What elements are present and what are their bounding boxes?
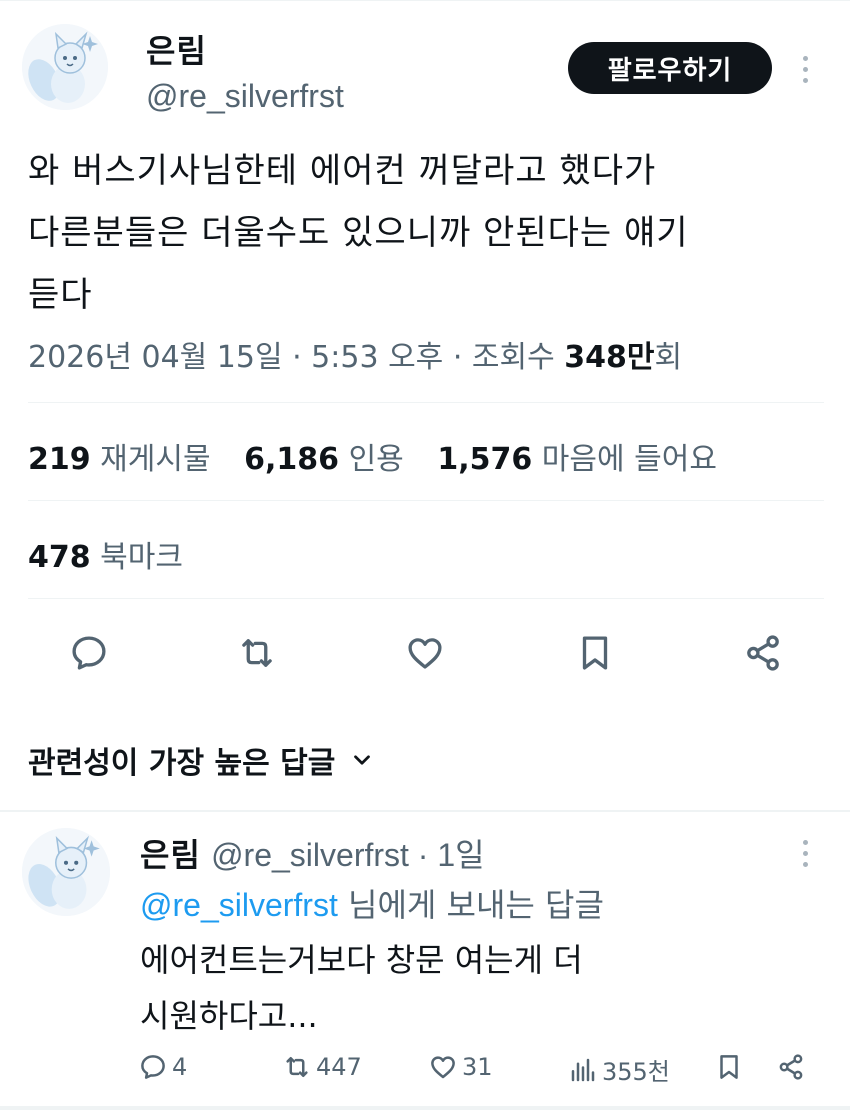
share-icon	[779, 1054, 803, 1080]
top-divider	[0, 0, 850, 1]
bookmark-icon	[720, 1055, 738, 1079]
tweet-text: 와 버스기사님한테 에어컨 꺼달라고 했다가 다른분들은 더울수도 있으니까 안…	[28, 140, 828, 326]
chevron-down-icon	[354, 755, 371, 765]
bookmarks-label: 북마크	[100, 540, 183, 575]
retweets-label: 재게시물	[100, 442, 211, 477]
replying-to-suffix: 님에게 보내는 답글	[337, 886, 604, 924]
bookmark-icon	[582, 636, 608, 670]
reply-text: 에어컨트는거보다 창문 여는게 더 시원하다고...	[140, 932, 800, 1044]
quotes-label: 인용	[348, 442, 404, 477]
mention-link[interactable]: @re_silverfrst	[140, 887, 338, 923]
reply-author-name[interactable]: 은림	[140, 836, 201, 874]
likes-stat[interactable]: 1,576 마음에 들어요	[437, 442, 717, 477]
tweet-meta: 2026년 04월 15일 · 5:53 오후 · 조회수 348만회	[28, 332, 682, 376]
share-button[interactable]	[740, 630, 786, 676]
bookmarks-count: 478	[28, 540, 91, 575]
view-count-suffix: 회	[654, 340, 683, 375]
retweet-button[interactable]	[234, 630, 280, 676]
author-name[interactable]: 은림	[146, 26, 207, 72]
bookmark-button[interactable]	[572, 630, 618, 676]
divider	[28, 500, 824, 501]
tweet-timestamp[interactable]: 2026년 04월 15일 · 5:53 오후 · 조회수	[28, 340, 564, 375]
quotes-stat[interactable]: 6,186 인용	[244, 442, 404, 477]
avatar-illustration	[22, 828, 110, 916]
divider	[0, 810, 850, 812]
reply-sort-dropdown[interactable]: 관련성이 가장 높은 답글	[28, 738, 375, 782]
reply-view-count: 355천	[602, 1058, 670, 1086]
reply-header: 은림 @re_silverfrst · 1일	[140, 830, 485, 876]
share-icon	[747, 635, 779, 671]
reply-actions: 4 447 31 355천	[0, 1052, 850, 1088]
tweet-text-line: 와 버스기사님한테 에어컨 꺼달라고 했다가	[28, 151, 657, 191]
more-options-icon[interactable]	[800, 56, 810, 83]
author-handle[interactable]: @re_silverfrst	[146, 78, 344, 115]
retweets-count: 219	[28, 442, 91, 477]
tweet-text-line: 듣다	[28, 275, 93, 315]
reply-retweet-count: 447	[316, 1053, 362, 1081]
reply-views-button[interactable]: 355천	[568, 1052, 670, 1087]
avatar-illustration	[22, 24, 108, 110]
tweet-text-line: 다른분들은 더울수도 있으니까 안된다는 얘기	[28, 213, 689, 253]
tweet-actions	[0, 630, 850, 676]
reply-more-options-icon[interactable]	[800, 840, 810, 867]
like-icon	[431, 1056, 455, 1079]
view-count: 348만	[564, 340, 655, 375]
retweet-icon	[286, 1057, 308, 1077]
like-icon	[408, 638, 442, 669]
reply-bookmark-button[interactable]	[714, 1052, 744, 1082]
views-icon	[571, 1058, 595, 1081]
bottom-divider	[0, 1106, 850, 1110]
reply-icon	[72, 636, 106, 670]
reply-icon	[141, 1055, 165, 1079]
like-button[interactable]	[402, 630, 448, 676]
replying-to: @re_silverfrst 님에게 보내는 답글	[140, 880, 604, 926]
divider	[28, 598, 824, 599]
reply-retweet-button[interactable]: 447	[282, 1052, 362, 1082]
engagement-stats: 219 재게시물 6,186 인용 1,576 마음에 들어요	[28, 434, 741, 478]
reply-share-button[interactable]	[776, 1052, 806, 1082]
reply-like-count: 31	[462, 1053, 493, 1081]
divider	[28, 402, 824, 403]
likes-count: 1,576	[437, 442, 533, 477]
reply-reply-count: 4	[172, 1053, 188, 1081]
reply-reply-button[interactable]: 4	[138, 1052, 187, 1082]
follow-button[interactable]: 팔로우하기	[568, 42, 772, 94]
quotes-count: 6,186	[244, 442, 340, 477]
reply-button[interactable]	[66, 630, 112, 676]
reply-time[interactable]: · 1일	[409, 837, 485, 873]
reply-text-line: 에어컨트는거보다 창문 여는게 더	[140, 941, 583, 979]
reply-author-avatar[interactable]	[22, 828, 110, 916]
reply-like-button[interactable]: 31	[428, 1052, 493, 1082]
reply-sort-label: 관련성이 가장 높은 답글	[28, 746, 336, 781]
bookmarks-stat[interactable]: 478 북마크	[28, 532, 183, 576]
retweets-stat[interactable]: 219 재게시물	[28, 442, 211, 477]
retweet-icon	[242, 639, 272, 667]
likes-label: 마음에 들어요	[541, 442, 717, 477]
reply-author-handle[interactable]: @re_silverfrst	[211, 837, 409, 873]
author-avatar[interactable]	[22, 24, 108, 110]
reply-text-line: 시원하다고...	[140, 997, 318, 1035]
